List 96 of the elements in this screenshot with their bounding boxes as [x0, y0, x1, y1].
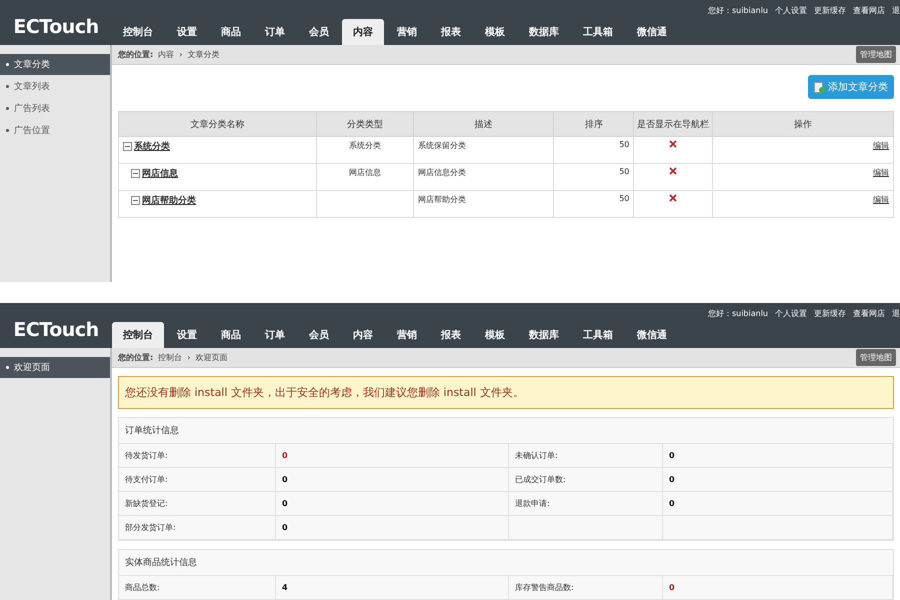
nav-tab[interactable]: 内容 [342, 19, 384, 45]
stat-label: 商品总数: [125, 582, 160, 593]
nav-tab[interactable]: 报表 [430, 19, 472, 45]
separator-icon: › [179, 50, 182, 59]
map-button[interactable]: 管理地图 [856, 349, 896, 366]
nav-tab[interactable]: 订单 [254, 19, 296, 45]
category-link[interactable]: 网店帮助分类 [142, 194, 196, 207]
collapse-icon[interactable] [123, 142, 132, 151]
section-title: 实体商品统计信息 [119, 550, 893, 576]
table-cell: 网店信息分类 [418, 168, 466, 177]
logo: ECTouch [12, 14, 100, 38]
table-cell: 50 [619, 167, 630, 176]
nav-tab[interactable]: 设置 [166, 322, 208, 348]
header-link[interactable]: 更新缓存 [814, 308, 846, 319]
table-cell: 系统分类 [348, 141, 381, 150]
greeting: 您好：suibianlu [708, 308, 768, 319]
nav-tab[interactable]: 数据库 [518, 322, 570, 348]
breadcrumb-item[interactable]: 文章分类 [187, 49, 220, 60]
stat-label: 已成交订单数: [515, 474, 566, 485]
nav-tab[interactable]: 控制台 [112, 19, 164, 45]
sidebar-item[interactable]: 广告列表 [0, 98, 110, 119]
header-link[interactable]: 个人设置 [775, 308, 807, 319]
add-document-icon [814, 82, 825, 92]
nav-tab[interactable]: 营销 [386, 322, 428, 348]
section-title: 订单统计信息 [119, 418, 893, 444]
column-header: 文章分类名称 [118, 112, 316, 136]
stat-value: 0 [669, 499, 675, 508]
column-header: 操作 [712, 112, 894, 136]
nav-tab[interactable]: 报表 [430, 322, 472, 348]
breadcrumb-label: 您的位置: [118, 49, 154, 60]
stat-label: 待发货订单: [125, 450, 168, 461]
header-link[interactable]: 查看网店 [853, 308, 885, 319]
nav-tab[interactable]: 商品 [210, 322, 252, 348]
category-link[interactable]: 系统分类 [134, 140, 170, 153]
column-header: 是否显示在导航栏 [634, 112, 713, 136]
nav-tab[interactable]: 内容 [342, 322, 384, 348]
nav-tab[interactable]: 模板 [474, 19, 516, 45]
breadcrumb-item[interactable]: 控制台 [158, 352, 182, 363]
sidebar-item[interactable]: 文章列表 [0, 76, 110, 97]
stat-value: 4 [282, 583, 288, 592]
collapse-icon[interactable] [131, 196, 140, 205]
nav-tab[interactable]: 数据库 [518, 19, 570, 45]
stat-label: 部分发货订单: [125, 522, 176, 533]
nav-tab[interactable]: 会员 [298, 19, 340, 45]
greeting: 您好：suibianlu [708, 5, 768, 16]
breadcrumb-label: 您的位置: [118, 352, 154, 363]
edit-link[interactable]: 编辑 [873, 141, 889, 150]
edit-link[interactable]: 编辑 [873, 168, 889, 177]
breadcrumb-item[interactable]: 欢迎页面 [195, 352, 228, 363]
column-header: 分类类型 [316, 112, 414, 136]
nav-tab[interactable]: 模板 [474, 322, 516, 348]
sidebar-item[interactable]: 文章分类 [0, 54, 110, 75]
stat-value: 0 [669, 475, 675, 484]
nav-tab[interactable]: 设置 [166, 19, 208, 45]
separator-icon: › [187, 353, 190, 362]
nav-tab[interactable]: 工具箱 [572, 19, 624, 45]
edit-link[interactable]: 编辑 [873, 195, 889, 204]
category-link[interactable]: 网店信息 [142, 167, 178, 180]
stat-value: 0 [282, 523, 288, 532]
column-header: 描述 [414, 112, 554, 136]
warning-notice: 您还没有删除 install 文件夹，出于安全的考虑，我们建议您删除 install 文件夹。 [118, 376, 894, 409]
table-cell: 50 [619, 194, 630, 203]
nav-tab[interactable]: 微信通 [626, 322, 678, 348]
table-cell: 网店帮助分类 [418, 195, 466, 204]
stat-label: 退款申请: [515, 498, 550, 509]
table-cell: 50 [619, 140, 630, 149]
header-link[interactable]: 退 [892, 308, 900, 319]
nav-tab[interactable]: 订单 [254, 322, 296, 348]
stat-value: 0 [282, 499, 288, 508]
stat-label: 新缺货登记: [125, 498, 168, 509]
nav-tab[interactable]: 工具箱 [572, 322, 624, 348]
stat-label: 未确认订单: [515, 450, 558, 461]
stat-value: 0 [669, 451, 675, 460]
sidebar-item[interactable]: 欢迎页面 [0, 357, 110, 378]
stat-value: 0 [282, 451, 288, 460]
collapse-icon[interactable] [131, 169, 140, 178]
logo: ECTouch [12, 318, 100, 340]
stat-value: 0 [669, 583, 675, 592]
stat-value: 0 [282, 475, 288, 484]
header-link[interactable]: 查看网店 [853, 5, 885, 16]
column-header: 排序 [554, 112, 634, 136]
header-link[interactable]: 个人设置 [775, 5, 807, 16]
stat-label: 库存警告商品数: [515, 582, 574, 593]
map-button[interactable]: 管理地图 [856, 46, 896, 63]
sidebar-item[interactable]: 广告位置 [0, 120, 110, 141]
nav-tab[interactable]: 微信通 [626, 19, 678, 45]
nav-tab[interactable]: 商品 [210, 19, 252, 45]
header-link[interactable]: 退 [892, 5, 900, 16]
stat-label: 待支付订单: [125, 474, 168, 485]
header-link[interactable]: 更新缓存 [814, 5, 846, 16]
table-cell: 系统保留分类 [418, 141, 466, 150]
breadcrumb-item[interactable]: 内容 [158, 49, 174, 60]
nav-tab[interactable]: 营销 [386, 19, 428, 45]
table-cell: 网店信息 [348, 168, 381, 177]
nav-tab[interactable]: 会员 [298, 322, 340, 348]
nav-tab[interactable]: 控制台 [112, 322, 164, 348]
